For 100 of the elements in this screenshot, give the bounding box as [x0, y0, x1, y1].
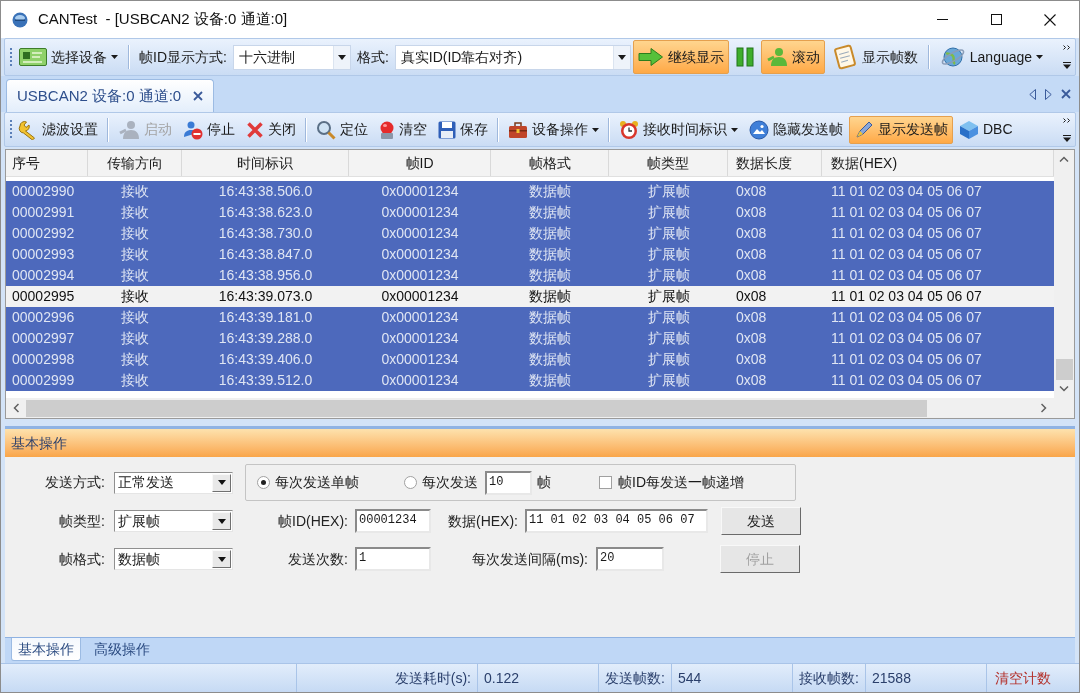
table-cell-text: 扩展帧: [646, 245, 691, 264]
caret-down-icon: [731, 127, 738, 132]
toolbar-button[interactable]: 选择设备: [14, 40, 123, 74]
table-row[interactable]: 00002995 接收 16:43:39.073.0 0x00001234 数据帧 扩展帧 0x08 11 01 02 03 04 05 06 07: [6, 286, 1054, 307]
chevron-right-icon: [1041, 403, 1047, 413]
input-field[interactable]: 00001234: [355, 509, 431, 533]
radio-button[interactable]: [257, 476, 270, 489]
table-cell-text: 扩展帧: [646, 203, 691, 222]
table-row[interactable]: 00002992 接收 16:43:38.730.0 0x00001234 数据帧 扩展帧 0x08 11 01 02 03 04 05 06 07: [6, 223, 1054, 244]
dropdown-field[interactable]: 真实ID(ID靠右对齐): [394, 44, 631, 70]
tab[interactable]: 高级操作: [87, 638, 157, 661]
landscape-icon: [749, 119, 769, 140]
field-label: 发送方式:: [45, 473, 105, 492]
radio-label[interactable]: 每次发送单帧: [275, 472, 359, 493]
close-icon[interactable]: [193, 91, 204, 101]
document-tab[interactable]: USBCAN2 设备:0 通道:0: [6, 79, 215, 112]
table-cell-text: 00002993: [11, 245, 76, 264]
dropdown-field[interactable]: 扩展帧: [114, 510, 233, 532]
toolbar-button[interactable]: Language: [934, 40, 1049, 74]
scroll-thumb[interactable]: [26, 399, 927, 417]
toolbar-button[interactable]: 显示发送帧: [849, 115, 953, 144]
table-row[interactable]: 00002993 接收 16:43:38.847.0 0x00001234 数据帧 扩展帧 0x08 11 01 02 03 04 05 06 07: [6, 244, 1054, 265]
scroll-thumb[interactable]: [1055, 359, 1073, 380]
column-header[interactable]: 帧类型: [609, 150, 728, 176]
close-icon: [1044, 13, 1056, 26]
toolbar-button[interactable]: DBC: [954, 115, 1018, 144]
table-row[interactable]: 00002998 接收 16:43:39.406.0 0x00001234 数据帧 扩展帧 0x08 11 01 02 03 04 05 06 07: [6, 349, 1054, 370]
radio-button[interactable]: [404, 476, 417, 489]
table-row[interactable]: 00002990 接收 16:43:38.506.0 0x00001234 数据帧 扩展帧 0x08 11 01 02 03 04 05 06 07: [6, 181, 1054, 202]
vertical-scrollbar[interactable]: [1054, 150, 1074, 398]
table-cell-text: 00002990: [11, 182, 76, 201]
toolbar-button[interactable]: 保存: [433, 115, 493, 144]
scroll-left-icon[interactable]: [1029, 88, 1036, 100]
toolbar-button[interactable]: 滤波设置: [13, 115, 103, 144]
status-value: 544: [678, 668, 702, 688]
wrench-icon: [18, 119, 38, 140]
toolbar-button[interactable]: 滚动: [760, 40, 825, 74]
table-row[interactable]: 00002994 接收 16:43:38.956.0 0x00001234 数据帧 扩展帧 0x08 11 01 02 03 04 05 06 07: [6, 265, 1054, 286]
dropdown-field[interactable]: 十六进制: [232, 44, 351, 70]
toolbar-button[interactable]: 隐藏发送帧: [744, 115, 848, 144]
send-button[interactable]: 发送: [721, 507, 801, 535]
table-cell-text: 11 01 02 03 04 05 06 07: [830, 245, 983, 264]
table-cell-text: 数据帧: [528, 203, 572, 222]
table-cell-text: 16:43:38.847.0: [217, 245, 314, 264]
toolbar-button[interactable]: 清空: [374, 115, 432, 144]
table-cell-text: 00002996: [11, 308, 76, 327]
table-cell-text: 数据帧: [528, 182, 572, 201]
circuit-board-icon: [19, 48, 47, 66]
column-header[interactable]: 时间标识: [182, 150, 349, 176]
table-cell-text: 数据帧: [528, 350, 572, 369]
toolbar-button[interactable]: 停止: [178, 115, 240, 144]
tab[interactable]: 基本操作: [11, 638, 81, 661]
column-header[interactable]: 数据长度: [728, 150, 822, 176]
table-cell-text: 数据帧: [528, 308, 572, 327]
toolbar-button[interactable]: 定位: [311, 115, 373, 144]
table-cell-text: 接收: [120, 287, 150, 306]
radio-label[interactable]: 每次发送: [422, 472, 478, 493]
table-cell-text: 11 01 02 03 04 05 06 07: [830, 266, 983, 285]
input-field[interactable]: 10: [485, 470, 532, 495]
toolbar-button[interactable]: 接收时间标识: [614, 115, 743, 144]
table-row[interactable]: 00002991 接收 16:43:38.623.0 0x00001234 数据帧 扩展帧 0x08 11 01 02 03 04 05 06 07: [6, 202, 1054, 223]
close-icon[interactable]: [1061, 89, 1071, 99]
scroll-right-icon[interactable]: [1045, 88, 1052, 100]
table-cell-text: 0x00001234: [380, 245, 460, 264]
column-header[interactable]: 帧ID: [349, 150, 491, 176]
table-cell-text: 0x08: [735, 329, 768, 348]
toolbar-button[interactable]: 显示帧数: [826, 40, 923, 74]
checkbox[interactable]: [599, 476, 612, 489]
overflow-icon[interactable]: [1063, 45, 1071, 69]
table-cell-text: 接收: [120, 203, 150, 222]
table-row[interactable]: 00002999 接收 16:43:39.512.0 0x00001234 数据帧 扩展帧 0x08 11 01 02 03 04 05 06 07: [6, 370, 1054, 391]
table-cell-text: 11 01 02 03 04 05 06 07: [830, 371, 983, 390]
table-cell-text: 0x00001234: [380, 371, 460, 390]
table-cell-text: 0x08: [735, 371, 768, 390]
column-header[interactable]: 传输方向: [88, 150, 182, 176]
dropdown-field[interactable]: 正常发送: [114, 471, 233, 494]
pause-icon: [735, 47, 754, 67]
clear-count-button[interactable]: 清空计数: [995, 667, 1051, 689]
column-header[interactable]: 帧格式: [491, 150, 609, 176]
table-cell-text: 接收: [120, 350, 150, 369]
table-cell-text: 00002994: [11, 266, 76, 285]
overflow-icon[interactable]: [1063, 117, 1071, 142]
caret-down-icon: [617, 54, 626, 60]
table-cell-text: 0x08: [735, 203, 768, 222]
column-header[interactable]: 序号: [6, 150, 88, 176]
dropdown-field[interactable]: 数据帧: [114, 548, 233, 570]
input-field[interactable]: 20: [596, 547, 664, 571]
input-field[interactable]: 1: [355, 547, 431, 571]
user-stop-icon: [183, 119, 203, 140]
toolbar-button[interactable]: 设备操作: [503, 115, 604, 144]
table-row[interactable]: 00002997 接收 16:43:39.288.0 0x00001234 数据帧 扩展帧 0x08 11 01 02 03 04 05 06 07: [6, 328, 1054, 349]
globe-icon: [939, 45, 966, 69]
toolbar-button[interactable]: 关闭: [241, 115, 301, 144]
horizontal-scrollbar[interactable]: [6, 398, 1054, 418]
table-row[interactable]: 00002996 接收 16:43:39.181.0 0x00001234 数据帧 扩展帧 0x08 11 01 02 03 04 05 06 07: [6, 307, 1054, 328]
table-cell-text: 11 01 02 03 04 05 06 07: [830, 182, 983, 201]
table-cell-text: 0x00001234: [380, 182, 460, 201]
toolbar-button[interactable]: 继续显示: [632, 40, 729, 74]
checkbox-label[interactable]: 帧ID每发送一帧递增: [618, 472, 744, 493]
input-field[interactable]: 11 01 02 03 04 05 06 07: [525, 509, 708, 533]
